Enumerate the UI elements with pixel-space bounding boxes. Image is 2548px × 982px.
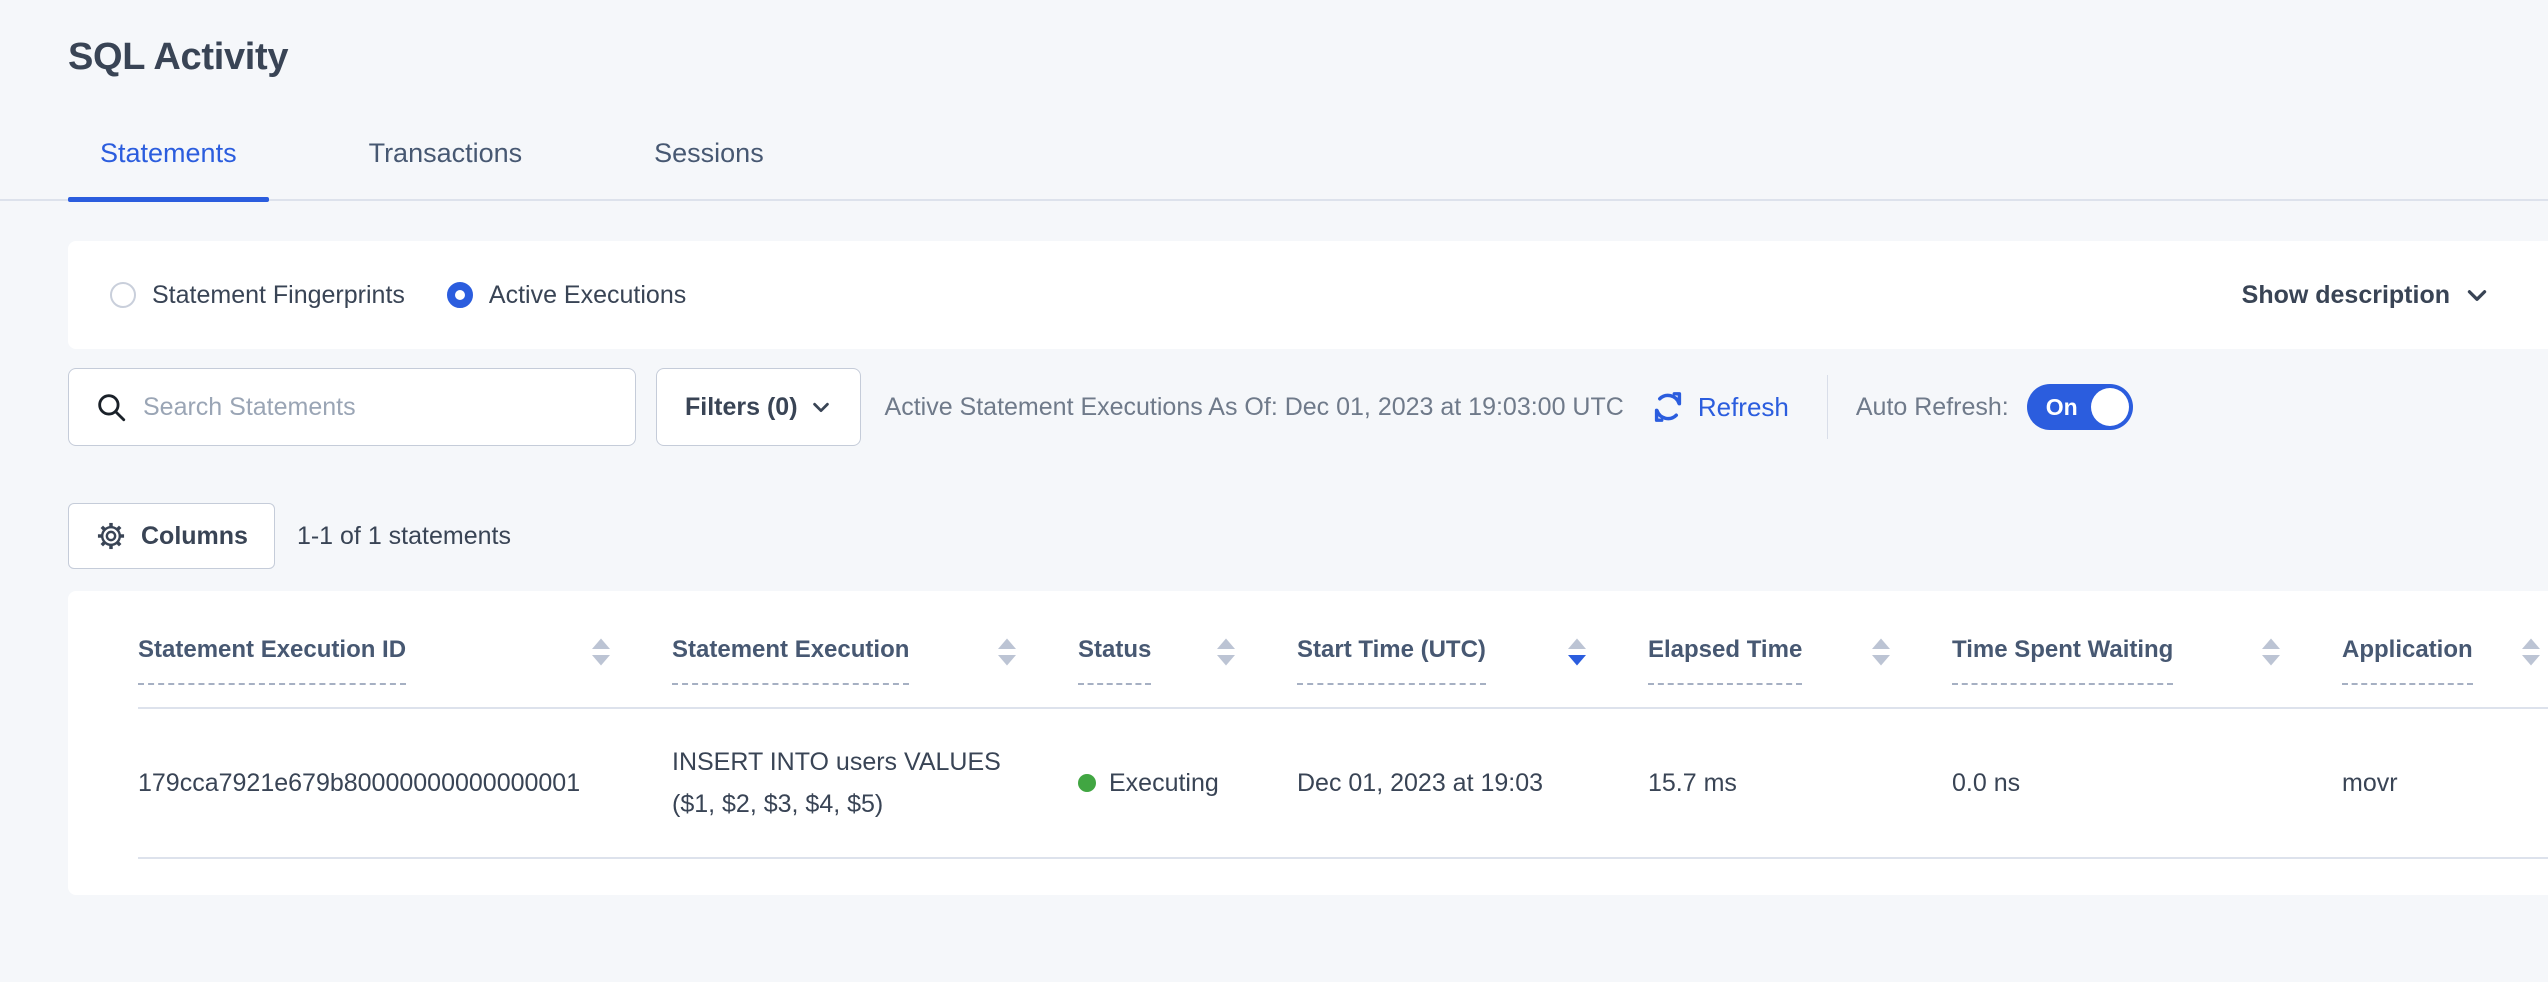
column-header-application[interactable]: Application [2342, 635, 2548, 685]
column-header-elapsed-time[interactable]: Elapsed Time [1648, 635, 1952, 685]
show-description-label: Show description [2242, 281, 2450, 310]
toggle-state-label: On [2046, 394, 2078, 421]
cell-start-time: Dec 01, 2023 at 19:03 [1297, 769, 1648, 798]
sort-icon[interactable] [1215, 637, 1237, 667]
gear-icon [95, 520, 127, 552]
sort-icon[interactable] [996, 637, 1018, 667]
cell-elapsed-time: 15.7 ms [1648, 769, 1952, 798]
chevron-down-icon [2464, 282, 2490, 308]
columns-label: Columns [141, 522, 248, 551]
table-header-row: Statement Execution ID Statement Executi… [138, 635, 2548, 685]
radio-active-executions[interactable]: Active Executions [447, 281, 686, 310]
sort-icon[interactable] [590, 637, 612, 667]
status-dot-icon [1078, 774, 1096, 792]
results-count: 1-1 of 1 statements [297, 522, 511, 551]
view-mode-card: Statement Fingerprints Active Executions… [68, 241, 2548, 349]
vertical-divider [1827, 375, 1828, 439]
tab-sessions[interactable]: Sessions [622, 138, 796, 199]
radio-label: Active Executions [489, 281, 686, 310]
column-header-time-spent-waiting[interactable]: Time Spent Waiting [1952, 635, 2342, 685]
column-header-status[interactable]: Status [1078, 635, 1297, 685]
tab-transactions[interactable]: Transactions [337, 138, 555, 199]
tab-statements[interactable]: Statements [68, 138, 269, 199]
columns-button[interactable]: Columns [68, 503, 275, 569]
sort-icon[interactable] [1566, 637, 1588, 667]
cell-execution-id[interactable]: 179cca7921e679b80000000000000001 [138, 769, 672, 798]
auto-refresh-label: Auto Refresh: [1856, 393, 2009, 422]
search-icon [94, 390, 128, 424]
refresh-icon [1650, 389, 1686, 425]
radio-selected-icon[interactable] [447, 282, 473, 308]
status-label: Executing [1109, 769, 1219, 798]
cell-time-spent-waiting: 0.0 ns [1952, 769, 2342, 798]
cell-status: Executing [1078, 769, 1297, 798]
radio-unselected-icon[interactable] [110, 282, 136, 308]
search-input[interactable] [68, 368, 636, 446]
table-toolbar: Columns 1-1 of 1 statements [68, 503, 2548, 569]
sort-icon[interactable] [2520, 637, 2542, 667]
sort-icon[interactable] [2260, 637, 2282, 667]
column-header-statement-execution[interactable]: Statement Execution [672, 635, 1078, 685]
column-header-start-time[interactable]: Start Time (UTC) [1297, 635, 1648, 685]
statements-table-card: Statement Execution ID Statement Executi… [68, 591, 2548, 895]
view-mode-radio-group: Statement Fingerprints Active Executions [110, 281, 686, 310]
toggle-knob[interactable] [2091, 388, 2129, 426]
auto-refresh-toggle[interactable]: On [2027, 384, 2133, 430]
table-row[interactable]: 179cca7921e679b80000000000000001 INSERT … [138, 709, 2548, 859]
search-box [68, 368, 636, 446]
page-title: SQL Activity [68, 34, 2548, 80]
filters-label: Filters (0) [685, 393, 798, 422]
radio-statement-fingerprints[interactable]: Statement Fingerprints [110, 281, 405, 310]
sql-activity-tabs: Statements Transactions Sessions [0, 138, 2548, 201]
radio-label: Statement Fingerprints [152, 281, 405, 310]
sort-icon[interactable] [1870, 637, 1892, 667]
cell-application: movr [2342, 769, 2548, 798]
filters-button[interactable]: Filters (0) [656, 368, 861, 446]
show-description-toggle[interactable]: Show description [2242, 281, 2490, 310]
column-header-statement-execution-id[interactable]: Statement Execution ID [138, 635, 672, 685]
controls-row: Filters (0) Active Statement Executions … [68, 367, 2548, 447]
refresh-label: Refresh [1698, 392, 1789, 423]
cell-statement[interactable]: INSERT INTO users VALUES ($1, $2, $3, $4… [672, 741, 1078, 825]
as-of-timestamp: Active Statement Executions As Of: Dec 0… [885, 393, 1624, 422]
chevron-down-icon [810, 396, 832, 418]
refresh-button[interactable]: Refresh [1650, 389, 1789, 425]
